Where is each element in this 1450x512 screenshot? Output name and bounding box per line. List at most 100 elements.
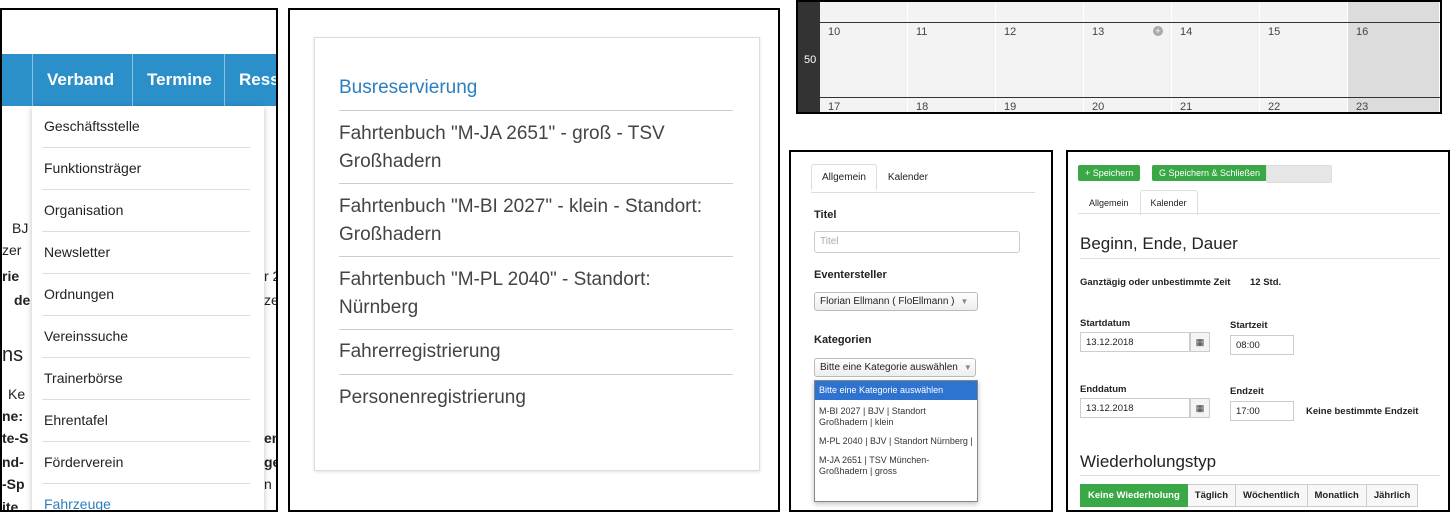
bg-text: ge <box>264 454 276 470</box>
event-form-tabs: Allgemein Kalender <box>811 164 939 190</box>
repeat-weekly-button[interactable]: Wöchentlich <box>1236 484 1308 507</box>
creator-label: Eventersteller <box>814 269 887 281</box>
list-item-fahrtenbuch-mpl2040[interactable]: Fahrtenbuch "M-PL 2040" - Standort: Nürn… <box>339 266 733 322</box>
menu-item-trainerboerse[interactable]: Trainerbörse <box>44 370 250 386</box>
calendar-cell[interactable] <box>820 2 908 22</box>
calendar-day-19[interactable]: 19 <box>996 98 1084 112</box>
calendar-day-12[interactable]: 12 <box>996 23 1084 97</box>
nav-tab-ress[interactable]: Ress <box>224 54 276 106</box>
list-divider <box>339 110 733 111</box>
calendar-cell[interactable] <box>996 2 1084 22</box>
event-form-panel: Allgemein Kalender Titel Titel Eventerst… <box>789 150 1053 512</box>
repeat-yearly-button[interactable]: Jährlich <box>1366 484 1419 507</box>
tab-kalender[interactable]: Kalender <box>877 164 939 190</box>
start-time-input[interactable]: 08:00 <box>1230 335 1294 355</box>
menu-item-foerderverein[interactable]: Förderverein <box>44 454 250 470</box>
list-divider <box>339 329 733 330</box>
calendar-day-13[interactable]: 13 + <box>1084 23 1172 97</box>
category-option[interactable]: M-BI 2027 | BJV | Standort Großhadern | … <box>815 404 977 430</box>
calendar-cell[interactable] <box>1260 2 1348 22</box>
repeat-monthly-button[interactable]: Monatlich <box>1307 484 1367 507</box>
bg-text: ne: <box>2 408 23 424</box>
calendar-day-11[interactable]: 11 <box>908 23 996 97</box>
list-item-fahrtenbuch-mbi2027[interactable]: Fahrtenbuch "M-BI 2027" - klein - Stando… <box>339 193 733 249</box>
save-button[interactable]: + Speichern <box>1078 165 1141 181</box>
tab-divider <box>1078 213 1440 214</box>
tab-kalender[interactable]: Kalender <box>1139 190 1198 215</box>
calendar-day-23[interactable]: 23 <box>1348 98 1440 112</box>
reservation-list-panel: Busreservierung Fahrtenbuch "M-JA 2651" … <box>288 8 780 512</box>
calendar-day-18[interactable]: 18 <box>908 98 996 112</box>
repeat-daily-button[interactable]: Täglich <box>1187 484 1237 507</box>
menu-item-ordnungen[interactable]: Ordnungen <box>44 286 250 302</box>
title-input[interactable]: Titel <box>814 231 1020 253</box>
bg-text: en <box>264 430 276 446</box>
bg-text: nd- <box>2 454 24 470</box>
calendar-form-panel: + Speichern G Speichern & Schließen Allg… <box>1066 150 1450 512</box>
list-item-personenregistrierung[interactable]: Personenregistrierung <box>339 384 733 412</box>
save-close-button[interactable]: G Speichern & Schließen <box>1152 165 1268 181</box>
calendar-day-20[interactable]: 20 <box>1084 98 1172 112</box>
calendar-day-21[interactable]: 21 <box>1172 98 1260 112</box>
end-date-label: Enddatum <box>1080 384 1127 395</box>
no-end-time-label[interactable]: Keine bestimmte Endzeit <box>1306 406 1418 417</box>
menu-item-fahrzeuge[interactable]: Fahrzeuge <box>44 496 250 510</box>
list-item-busreservierung[interactable]: Busreservierung <box>339 74 733 102</box>
bg-text: rie <box>2 268 20 284</box>
calendar-day-14[interactable]: 14 <box>1172 23 1260 97</box>
section-divider <box>1080 475 1440 476</box>
menu-item-newsletter[interactable]: Newsletter <box>44 244 250 260</box>
menu-item-organisation[interactable]: Organisation <box>44 202 250 218</box>
menu-divider <box>42 231 250 232</box>
menu-item-geschaeftsstelle[interactable]: Geschäftsstelle <box>44 118 250 134</box>
calendar-day-22[interactable]: 22 <box>1260 98 1348 112</box>
end-time-input[interactable]: 17:00 <box>1230 401 1294 421</box>
calendar-day-15[interactable]: 15 <box>1260 23 1348 97</box>
bg-text: zer <box>2 242 22 258</box>
list-item-fahrtenbuch-mja2651[interactable]: Fahrtenbuch "M-JA 2651" - groß - TSV Gro… <box>339 120 733 176</box>
tab-allgemein[interactable]: Allgemein <box>811 164 877 190</box>
calendar-icon[interactable]: ▦ <box>1190 332 1210 352</box>
day-number: 15 <box>1268 26 1281 38</box>
category-value: Bitte eine Kategorie auswählen <box>820 362 958 373</box>
end-date-input[interactable]: 13.12.2018 <box>1080 398 1190 418</box>
reservation-list-card: Busreservierung Fahrtenbuch "M-JA 2651" … <box>314 37 760 471</box>
menu-divider <box>42 147 250 148</box>
category-option[interactable]: M-PL 2040 | BJV | Standort Nürnberg | <box>815 434 977 449</box>
bg-text: ite <box>2 499 19 512</box>
day-number: 12 <box>1004 26 1017 38</box>
bg-text: te-S <box>2 430 29 446</box>
list-item-fahrerregistrierung[interactable]: Fahrerregistrierung <box>339 338 733 366</box>
menu-item-ehrentafel[interactable]: Ehrentafel <box>44 412 250 428</box>
calendar-cell[interactable] <box>1172 2 1260 22</box>
category-option[interactable]: M-JA 2651 | TSV München-Großhadern | gro… <box>815 453 977 479</box>
calendar-cell[interactable] <box>1348 2 1440 22</box>
menu-item-vereinssuche[interactable]: Vereinssuche <box>44 328 250 344</box>
end-time-label: Endzeit <box>1230 386 1264 397</box>
nav-tab-verband[interactable]: Verband <box>32 54 132 106</box>
menu-divider <box>42 189 250 190</box>
tab-allgemein[interactable]: Allgemein <box>1078 190 1140 215</box>
calendar-day-17[interactable]: 17 <box>820 98 908 112</box>
creator-select[interactable]: Florian Ellmann ( FloEllmann ) ▼ <box>814 292 978 311</box>
calendar-icon[interactable]: ▦ <box>1190 398 1210 418</box>
calendar-day-16[interactable]: 16 <box>1348 23 1440 97</box>
menu-divider <box>42 483 250 484</box>
chevron-down-icon: ▼ <box>960 297 969 306</box>
start-date-input[interactable]: 13.12.2018 <box>1080 332 1190 352</box>
main-nav-bar: Verband Termine Ress <box>2 54 276 106</box>
category-option[interactable]: Bitte eine Kategorie auswählen <box>815 381 977 400</box>
calendar-day-10[interactable]: 10 <box>820 23 908 97</box>
list-divider <box>339 374 733 375</box>
calendar-cell[interactable] <box>1084 2 1172 22</box>
calendar-cell[interactable] <box>908 2 996 22</box>
repeat-none-button[interactable]: Keine Wiederholung <box>1080 484 1188 507</box>
section-heading-beginn: Beginn, Ende, Dauer <box>1080 234 1238 253</box>
nav-tab-termine[interactable]: Termine <box>132 54 224 106</box>
list-divider <box>339 256 733 257</box>
menu-item-funktionstraeger[interactable]: Funktionsträger <box>44 160 250 176</box>
plus-circle-icon[interactable]: + <box>1153 26 1163 36</box>
bg-text: Ke <box>8 386 26 402</box>
disabled-button <box>1266 165 1332 183</box>
category-select[interactable]: Bitte eine Kategorie auswählen ▼ <box>814 358 976 377</box>
